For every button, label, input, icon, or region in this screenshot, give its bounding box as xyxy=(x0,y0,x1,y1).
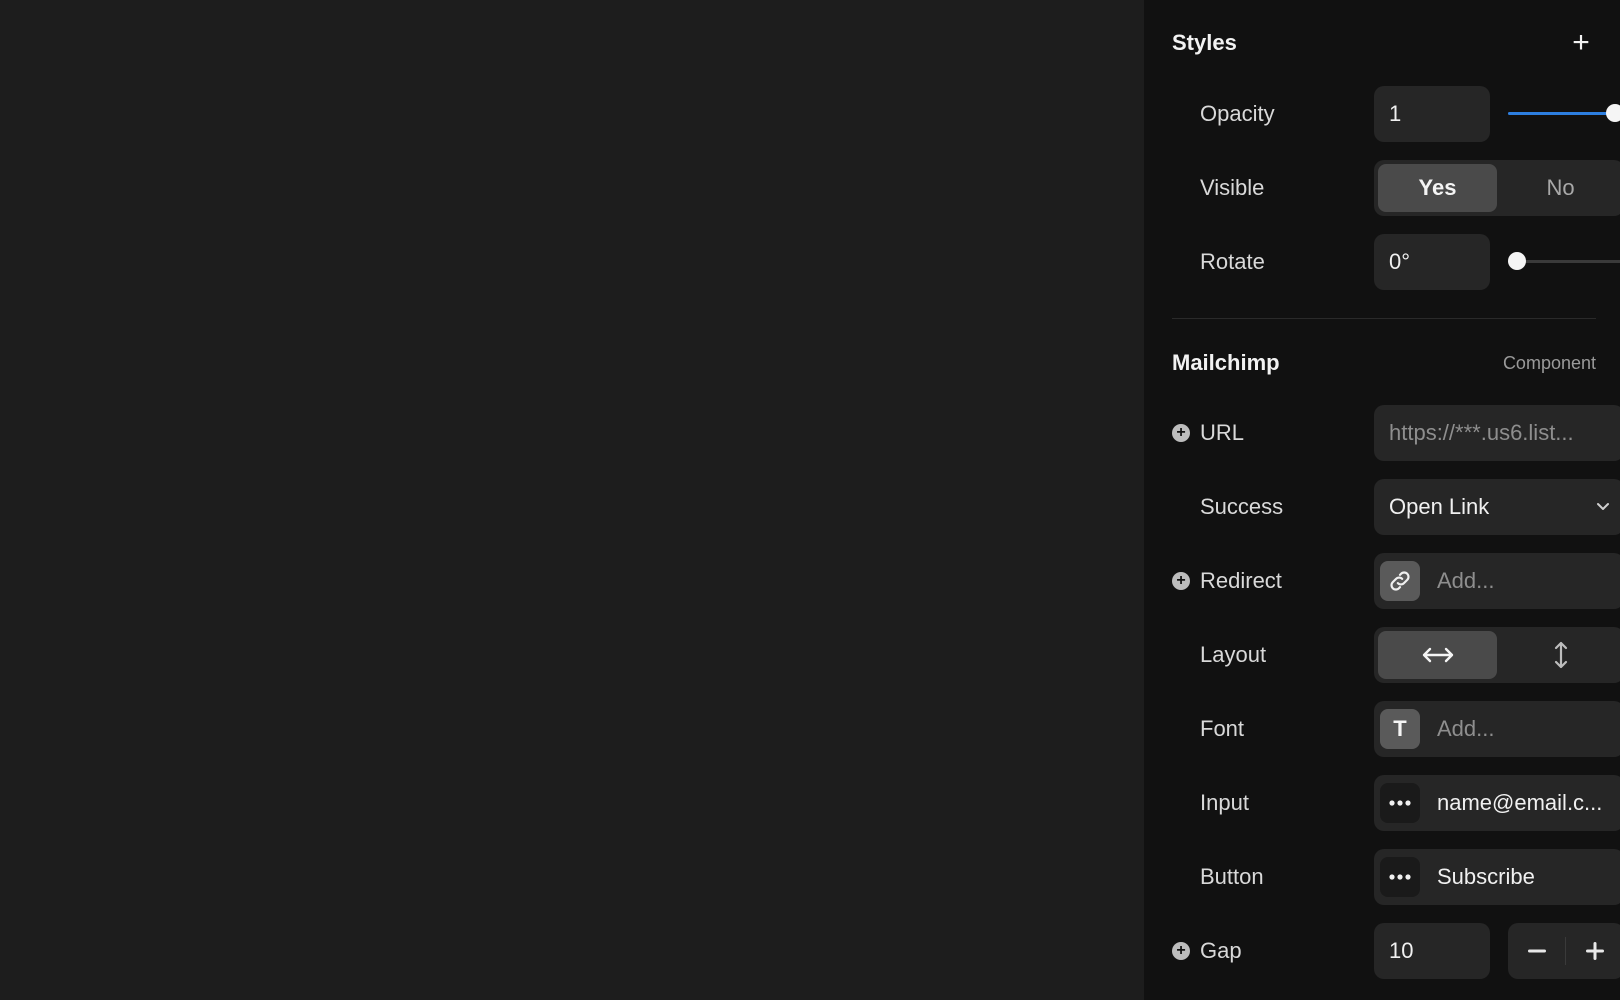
canvas-area xyxy=(0,0,1144,1000)
input-value: name@email.c... xyxy=(1437,790,1603,815)
minus-icon xyxy=(1528,949,1546,953)
styles-title: Styles xyxy=(1172,30,1237,55)
rotate-value: 0° xyxy=(1389,249,1411,274)
gap-add-plus-icon[interactable]: + xyxy=(1172,942,1190,960)
gap-stepper xyxy=(1508,923,1620,979)
styles-header: Styles + xyxy=(1172,28,1596,58)
font-row: Font T Add... xyxy=(1172,701,1620,757)
layout-segmented-control xyxy=(1374,627,1620,683)
properties-panel: Styles + Opacity 1 Visible Yes No Rotate… xyxy=(1144,0,1620,1000)
add-style-plus-icon[interactable]: + xyxy=(1566,28,1596,58)
rotate-slider-thumb[interactable] xyxy=(1508,252,1526,270)
horizontal-arrows-icon xyxy=(1422,647,1453,663)
opacity-value: 1 xyxy=(1389,101,1402,126)
text-t-icon: T xyxy=(1380,709,1420,749)
chevron-down-icon xyxy=(1597,503,1609,510)
redirect-input[interactable]: Add... xyxy=(1374,553,1620,609)
link-icon xyxy=(1380,561,1420,601)
input-field[interactable]: name@email.c... xyxy=(1374,775,1620,831)
visible-yes-option[interactable]: Yes xyxy=(1378,164,1497,212)
input-row: Input name@email.c... xyxy=(1172,775,1620,831)
rotate-row: Rotate 0° xyxy=(1172,234,1620,290)
mailchimp-title: Mailchimp xyxy=(1172,350,1280,375)
opacity-slider-fill xyxy=(1508,112,1620,115)
increment-button[interactable] xyxy=(1566,923,1620,979)
redirect-add-plus-icon[interactable]: + xyxy=(1172,572,1190,590)
success-value: Open Link xyxy=(1389,494,1490,519)
more-dots-icon[interactable] xyxy=(1380,857,1420,897)
vertical-arrows-icon xyxy=(1554,641,1567,669)
gap-value: 10 xyxy=(1389,938,1414,963)
opacity-input[interactable]: 1 xyxy=(1374,86,1490,142)
layout-row: Layout xyxy=(1172,627,1620,683)
gap-input[interactable]: 10 xyxy=(1374,923,1490,979)
opacity-label: Opacity xyxy=(1200,101,1275,126)
plus-icon xyxy=(1586,942,1604,960)
url-row: + URL https://***.us6.list... xyxy=(1172,405,1620,461)
redirect-row: + Redirect Add... xyxy=(1172,553,1620,609)
horizontal-layout-option[interactable] xyxy=(1378,631,1497,679)
visible-row: Visible Yes No xyxy=(1172,160,1620,216)
button-row: Button Subscribe xyxy=(1172,849,1620,905)
input-label: Input xyxy=(1200,790,1249,815)
success-row: Success Open Link xyxy=(1172,479,1620,535)
visible-label: Visible xyxy=(1200,175,1265,200)
rotate-slider[interactable] xyxy=(1508,252,1620,270)
font-label: Font xyxy=(1200,716,1245,741)
font-placeholder: Add... xyxy=(1437,716,1495,741)
more-dots-icon[interactable] xyxy=(1380,783,1420,823)
decrement-button[interactable] xyxy=(1508,923,1566,979)
url-label: URL xyxy=(1200,420,1245,445)
section-divider xyxy=(1172,318,1596,319)
url-value: https://***.us6.list... xyxy=(1389,420,1574,445)
success-dropdown[interactable]: Open Link xyxy=(1374,479,1620,535)
visible-no-option[interactable]: No xyxy=(1501,164,1620,212)
url-add-plus-icon[interactable]: + xyxy=(1172,424,1190,442)
redirect-label: Redirect xyxy=(1200,568,1282,593)
gap-row: + Gap 10 xyxy=(1172,923,1620,979)
component-label: Component xyxy=(1502,352,1596,373)
success-label: Success xyxy=(1200,494,1284,519)
opacity-slider-thumb[interactable] xyxy=(1606,104,1620,122)
rotate-input[interactable]: 0° xyxy=(1374,234,1490,290)
button-label: Button xyxy=(1200,864,1264,889)
button-field[interactable]: Subscribe xyxy=(1374,849,1620,905)
mailchimp-header: Mailchimp Component xyxy=(1172,348,1596,378)
redirect-placeholder: Add... xyxy=(1437,568,1495,593)
rotate-label: Rotate xyxy=(1200,249,1265,274)
vertical-layout-option[interactable] xyxy=(1501,631,1620,679)
button-value: Subscribe xyxy=(1437,864,1535,889)
gap-label: Gap xyxy=(1200,938,1242,963)
url-input[interactable]: https://***.us6.list... xyxy=(1374,405,1620,461)
font-input[interactable]: T Add... xyxy=(1374,701,1620,757)
layout-label: Layout xyxy=(1200,642,1267,667)
opacity-slider[interactable] xyxy=(1508,104,1620,122)
opacity-row: Opacity 1 xyxy=(1172,86,1620,142)
visible-segmented-control: Yes No xyxy=(1374,160,1620,216)
